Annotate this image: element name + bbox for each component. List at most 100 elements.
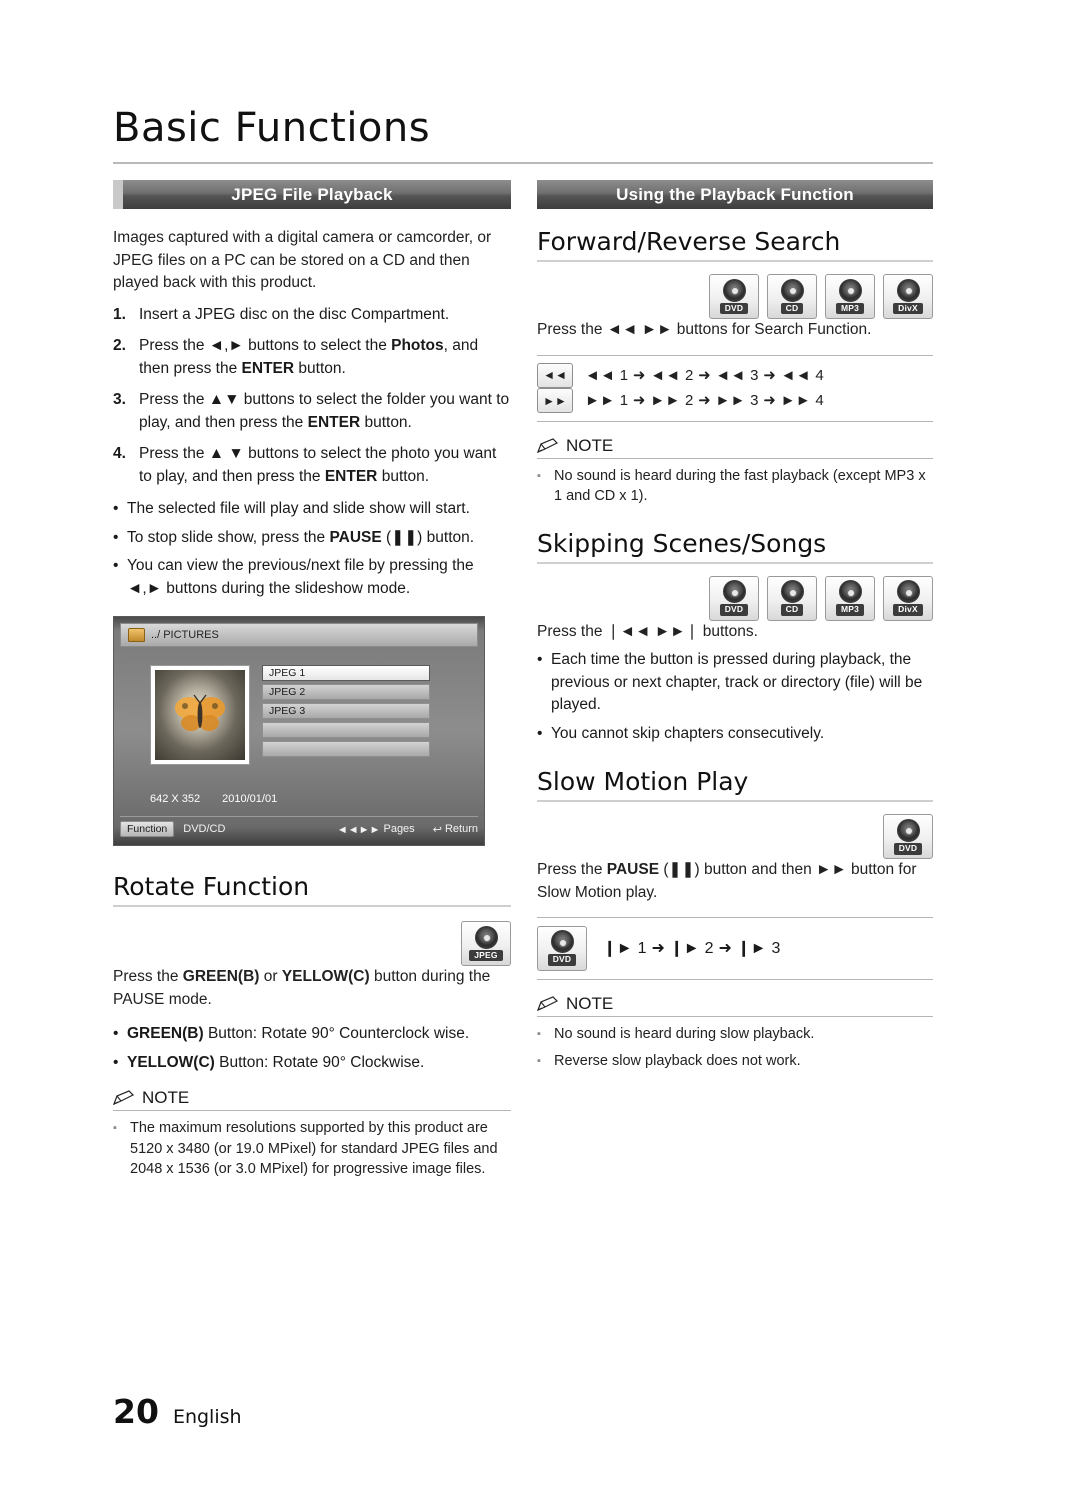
- left-column: JPEG File Playback Images captured with …: [113, 180, 511, 1180]
- search-key-icon: ►►: [537, 388, 573, 414]
- disc-icon: [474, 925, 498, 949]
- emphasis-text: GREEN(B): [182, 968, 260, 986]
- osd-function-value: DVD/CD: [183, 823, 226, 836]
- title-divider: [113, 162, 933, 164]
- plain-text: button.: [377, 467, 430, 485]
- manual-page: Basic Functions JPEG File Playback Image…: [0, 0, 1080, 1491]
- search-sequence-text: ►► 1 ➜ ►► 2 ➜ ►► 3 ➜ ►► 4: [585, 392, 825, 410]
- jpeg-intro-text: Images captured with a digital camera or…: [113, 229, 492, 292]
- bullet-dot-icon: •: [113, 1025, 119, 1043]
- disc-badge-divx: DivX: [883, 274, 933, 319]
- disc-icon: [896, 580, 920, 604]
- rotate-note-header: NOTE: [113, 1088, 511, 1108]
- osd-function-chip[interactable]: Function: [120, 821, 175, 838]
- disc-badge-label: CD: [780, 604, 804, 617]
- jpeg-bullet-item: • The selected file will play and slide s…: [113, 498, 511, 520]
- disc-badge-label: DivX: [893, 302, 923, 315]
- rotate-bullet-item: • YELLOW(C) Button: Rotate 90° Clockwise.: [113, 1052, 511, 1074]
- step-number: 3.: [113, 391, 126, 409]
- osd-list-item[interactable]: JPEG 1: [262, 665, 430, 682]
- plain-text: Insert a JPEG disc on the disc Compartme…: [139, 305, 450, 323]
- plain-text: ▲ ▼: [208, 445, 244, 463]
- step-text: Press the ▲▼ buttons to select the folde…: [139, 389, 511, 434]
- jpeg-bullet-item: • To stop slide show, press the PAUSE (❚❚…: [113, 527, 511, 549]
- osd-meta: 642 X 352 2010/01/01: [150, 793, 277, 805]
- disc-icon: [550, 930, 574, 954]
- section-banner-using-playback-function: Using the Playback Function: [537, 180, 933, 209]
- plain-text: button.: [294, 359, 346, 377]
- step-text: Press the ▲ ▼ buttons to select the phot…: [139, 443, 511, 488]
- step-number: 2.: [113, 337, 126, 355]
- plain-text: button.: [360, 413, 412, 431]
- plain-text: ◄,►: [127, 579, 162, 597]
- plain-text: Press the: [139, 445, 209, 463]
- jpeg-step-item: 4. Press the ▲ ▼ buttons to select the ph…: [113, 443, 511, 488]
- forward-badge-row: DVD CD MP3 DivX: [537, 274, 933, 319]
- disc-badge-jpeg: JPEG: [461, 921, 511, 967]
- skipping-intro-text: Press the ❘◄◄ ►►❘ buttons.: [537, 622, 758, 640]
- bullet-text: GREEN(B) Button: Rotate 90° Counterclock…: [127, 1023, 511, 1045]
- jpeg-bullets-list: • The selected file will play and slide s…: [113, 498, 511, 600]
- forward-sequence-box: ◄◄ ◄◄ 1 ➜ ◄◄ 2 ➜ ◄◄ 3 ➜ ◄◄ 4 ►► ►► 1 ➜ ►► 2…: [537, 354, 933, 422]
- osd-path-label: ../ PICTURES: [151, 629, 219, 642]
- rotate-intro-text: Press the GREEN(B) or YELLOW(C) button d…: [113, 966, 511, 1011]
- rotate-heading-rule: [113, 905, 511, 908]
- emphasis-text: YELLOW(C): [281, 968, 370, 986]
- emphasis-text: GREEN(B): [127, 1025, 204, 1043]
- emphasis-text: YELLOW(C): [127, 1053, 215, 1071]
- skipping-heading-rule: [537, 561, 933, 564]
- pencil-note-icon: [537, 995, 559, 1011]
- osd-return-control[interactable]: ↩ Return: [433, 823, 478, 836]
- emphasis-text: ENTER: [324, 467, 378, 485]
- disc-badge-cd: CD: [767, 274, 817, 319]
- disc-badge-label: DVD: [719, 302, 749, 315]
- slow-motion-play-heading: Slow Motion Play: [537, 767, 749, 797]
- plain-text: You can view the previous/next file by p…: [127, 557, 474, 575]
- skipping-bullet-item: • Each time the button is pressed during …: [537, 649, 933, 716]
- osd-resolution: 642 X 352: [150, 793, 201, 806]
- disc-badge-cd: CD: [767, 575, 817, 621]
- step-number: 4.: [113, 445, 126, 463]
- note-text: No sound is heard during the fast playba…: [554, 467, 926, 505]
- disc-icon: [896, 818, 920, 842]
- osd-return-label: Return: [444, 822, 478, 835]
- plain-text: Press the: [139, 337, 209, 355]
- slow-note-rule: [537, 1015, 933, 1017]
- rotate-badge-row: JPEG: [113, 921, 511, 967]
- note-square-icon: ▪: [113, 1122, 117, 1135]
- bullet-dot-icon: •: [537, 724, 543, 742]
- osd-list-item[interactable]: JPEG 2: [262, 684, 430, 701]
- emphasis-text: PAUSE: [606, 861, 660, 879]
- osd-list-item[interactable]: JPEG 3: [262, 703, 430, 720]
- rotate-function-heading: Rotate Function: [113, 872, 310, 902]
- osd-pages-control[interactable]: ◄◄►► Pages: [337, 823, 415, 836]
- note-text: The maximum resolutions supported by thi…: [130, 1120, 498, 1178]
- rotate-notes-list: ▪ The maximum resolutions supported by th…: [113, 1118, 511, 1180]
- osd-date: 2010/01/01: [222, 793, 278, 806]
- skipping-scenes-heading: Skipping Scenes/Songs: [537, 528, 827, 558]
- note-text: No sound is heard during slow playback.: [554, 1025, 815, 1042]
- plain-text: ▲▼: [208, 391, 240, 409]
- emphasis-text: PAUSE: [329, 528, 382, 546]
- return-arrow-icon: ↩: [432, 823, 442, 836]
- plain-text: buttons to select the: [243, 337, 392, 355]
- slow-badge-row: DVD: [537, 814, 933, 860]
- note-square-icon: ▪: [537, 469, 541, 482]
- disc-icon: [838, 278, 862, 302]
- disc-badge-dvd: DVD: [883, 814, 933, 860]
- page-language: English: [172, 1406, 242, 1428]
- search-key-icon: ◄◄: [537, 362, 573, 388]
- step-text: Press the ◄,► buttons to select the Phot…: [139, 335, 511, 380]
- osd-file-list[interactable]: JPEG 1 JPEG 2 JPEG 3: [262, 665, 430, 760]
- disc-badge-mp3: MP3: [825, 575, 875, 621]
- slow-sequence-text: ❙► 1 ➜ ❙► 2 ➜ ❙► 3: [603, 940, 781, 958]
- disc-badge-label: DVD: [719, 604, 749, 617]
- osd-list-item[interactable]: [262, 741, 430, 758]
- rotate-note-item: ▪ The maximum resolutions supported by th…: [113, 1118, 511, 1180]
- osd-path-bar: ../ PICTURES: [120, 623, 478, 648]
- forward-heading-rule: [537, 260, 933, 262]
- disc-icon: [838, 580, 862, 604]
- osd-list-item[interactable]: [262, 722, 430, 739]
- section-banner-jpeg-file-playback: JPEG File Playback: [113, 180, 511, 209]
- page-number: 20: [113, 1392, 159, 1431]
